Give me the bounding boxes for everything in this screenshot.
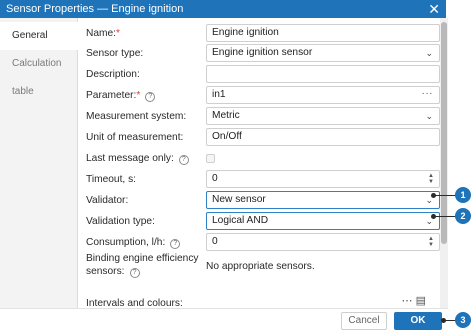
table-icon[interactable]: ▤ [416, 295, 426, 307]
consumption-row: Consumption, l/h:? 0 ▲ ▼ [86, 233, 440, 253]
name-label: Name:* [86, 28, 120, 39]
parameter-row: Parameter:*? in1 ··· [86, 86, 440, 106]
sensor-type-label: Sensor type: [86, 48, 144, 59]
stepper-arrows-icon[interactable]: ▲ ▼ [428, 236, 434, 248]
sensor-type-row: Sensor type: Engine ignition sensor ⌄ [86, 44, 440, 64]
close-icon[interactable]: ✕ [428, 0, 440, 18]
last-message-row: Last message only:? [86, 149, 434, 169]
unit-row: Unit of measurement: On/Off [86, 128, 440, 148]
description-label: Description: [86, 69, 140, 80]
help-icon[interactable]: ? [178, 155, 189, 165]
timeout-stepper[interactable]: 0 ▲ ▼ [206, 170, 440, 188]
dialog-title-bar: Sensor Properties — Engine ignition ✕ [0, 0, 446, 18]
validator-label: Validator: [86, 195, 129, 206]
validation-type-value: Logical AND [212, 215, 269, 226]
timeout-value: 0 [212, 173, 218, 184]
validator-row: Validator: New sensor ⌄ [86, 191, 440, 211]
consumption-label: Consumption, l/h:? [86, 237, 181, 249]
ok-button[interactable]: OK [394, 312, 442, 330]
unit-input[interactable]: On/Off [206, 128, 440, 146]
description-input[interactable] [206, 65, 440, 83]
parameter-input[interactable]: in1 ··· [206, 86, 440, 104]
intervals-label: Intervals and colours: [86, 298, 183, 308]
form-content: Name:* Engine ignition Sensor type: Engi… [78, 18, 440, 308]
validator-select[interactable]: New sensor ⌄ [206, 191, 440, 209]
validator-value: New sensor [212, 194, 266, 205]
dialog-title: Sensor Properties — Engine ignition [6, 3, 184, 15]
chevron-down-icon: ⌄ [425, 111, 433, 121]
unit-label: Unit of measurement: [86, 132, 184, 143]
description-row: Description: [86, 65, 440, 85]
last-message-checkbox[interactable] [206, 154, 215, 163]
consumption-value: 0 [212, 236, 218, 247]
parameter-value: in1 [212, 89, 226, 100]
validation-type-label: Validation type: [86, 216, 155, 227]
callout-badge-3: 3 [455, 312, 471, 328]
scrollbar[interactable] [440, 18, 448, 308]
grid-icon[interactable]: ⋯ [402, 295, 413, 307]
timeout-label: Timeout, s: [86, 174, 137, 185]
validation-type-select[interactable]: Logical AND ⌄ [206, 212, 440, 230]
sensor-type-select[interactable]: Engine ignition sensor ⌄ [206, 44, 440, 62]
timeout-row: Timeout, s: 0 ▲ ▼ [86, 170, 440, 190]
intervals-row: Intervals and colours: ⋯ ▤ [86, 294, 434, 308]
more-icon[interactable]: ··· [422, 86, 434, 102]
measurement-system-select[interactable]: Metric ⌄ [206, 107, 440, 125]
scrollbar-thumb[interactable] [441, 22, 447, 244]
last-message-label: Last message only:? [86, 153, 189, 165]
parameter-label: Parameter:*? [86, 90, 156, 102]
measurement-system-row: Measurement system: Metric ⌄ [86, 107, 440, 127]
stepper-arrows-icon[interactable]: ▲ ▼ [428, 173, 434, 185]
cancel-button[interactable]: Cancel [341, 312, 387, 330]
measurement-system-value: Metric [212, 110, 240, 121]
callout-badge-1: 1 [455, 187, 471, 203]
sensor-type-value: Engine ignition sensor [212, 47, 313, 58]
consumption-stepper[interactable]: 0 ▲ ▼ [206, 233, 440, 251]
name-row: Name:* Engine ignition [86, 24, 440, 44]
callout-line [434, 216, 456, 217]
callout-line [434, 195, 456, 196]
help-icon[interactable]: ? [145, 92, 156, 102]
name-input[interactable]: Engine ignition [206, 24, 440, 42]
intervals-tools: ⋯ ▤ [402, 294, 426, 307]
sidebar: General Calculation table [0, 18, 79, 308]
chevron-down-icon: ⌄ [425, 48, 433, 58]
help-icon[interactable]: ? [170, 239, 181, 249]
measurement-system-label: Measurement system: [86, 111, 187, 122]
binding-value: No appropriate sensors. [206, 261, 315, 272]
binding-label: Binding engine efficiency sensors:? [86, 253, 199, 278]
help-icon[interactable]: ? [129, 268, 140, 278]
binding-row: Binding engine efficiency sensors:? No ap… [86, 252, 434, 284]
tab-calculation-table[interactable]: Calculation table [0, 50, 77, 97]
tab-general[interactable]: General [0, 22, 79, 50]
validation-type-row: Validation type: Logical AND ⌄ [86, 212, 440, 232]
callout-badge-2: 2 [455, 208, 471, 224]
dialog-footer: Cancel OK [0, 308, 448, 335]
